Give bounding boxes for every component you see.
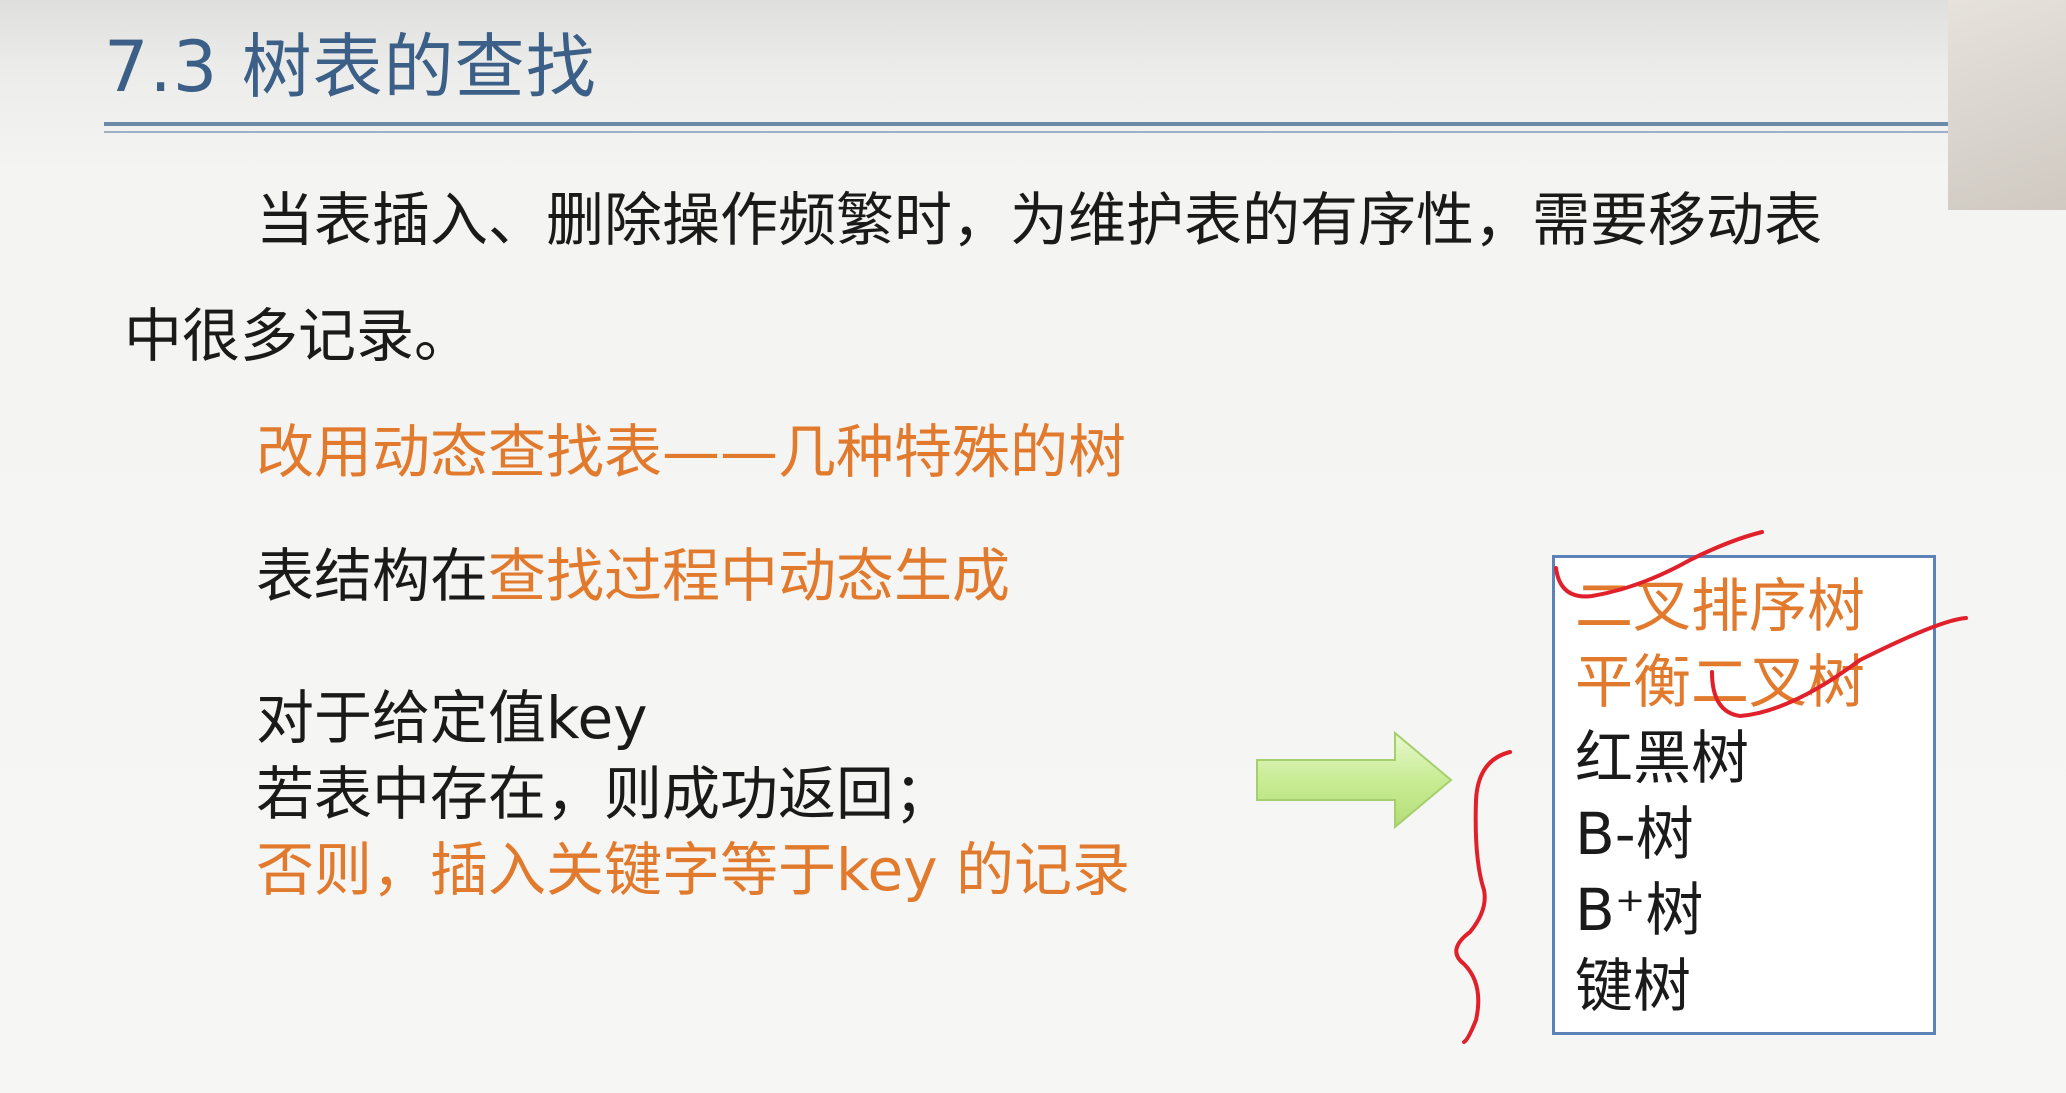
tree-types-box: 二叉排序树 平衡二叉树 红黑树 B-树 B⁺树 键树 <box>1552 555 1936 1035</box>
key-line-2: 若表中存在，则成功返回； <box>256 760 953 828</box>
structure-highlight: 查找过程中动态生成 <box>488 542 1011 610</box>
annotation-brace <box>1454 750 1512 1044</box>
tree-item-b-plus-tree: B⁺树 <box>1575 876 1704 944</box>
tree-item-b-tree: B-树 <box>1575 800 1694 868</box>
title-underline-thin <box>104 131 1949 133</box>
key-line-3: 否则，插入关键字等于key 的记录 <box>256 836 1130 904</box>
title-underline-thick <box>104 122 1949 126</box>
tree-item-balanced-binary-tree: 平衡二叉树 <box>1575 648 1866 716</box>
presenter-webcam-overlay <box>1948 0 2066 210</box>
tree-item-trie: 键树 <box>1575 952 1692 1020</box>
structure-prefix: 表结构在 <box>256 542 489 610</box>
dynamic-table-line: 改用动态查找表——几种特殊的树 <box>256 418 1127 486</box>
slide: 7.3 树表的查找 当表插入、删除操作频繁时，为维护表的有序性，需要移动表 中很… <box>0 0 2066 1093</box>
right-arrow-icon <box>1256 730 1453 830</box>
structure-line: 表结构在查找过程中动态生成 <box>256 536 1010 616</box>
key-line-1: 对于给定值key <box>256 684 648 752</box>
slide-title: 7.3 树表的查找 <box>104 26 597 108</box>
paragraph-line-2: 中很多记录。 <box>124 302 473 370</box>
tree-item-red-black-tree: 红黑树 <box>1575 724 1750 792</box>
tree-item-binary-sort-tree: 二叉排序树 <box>1575 572 1866 640</box>
paragraph-line-1: 当表插入、删除操作频繁时，为维护表的有序性，需要移动表 <box>256 186 1823 254</box>
